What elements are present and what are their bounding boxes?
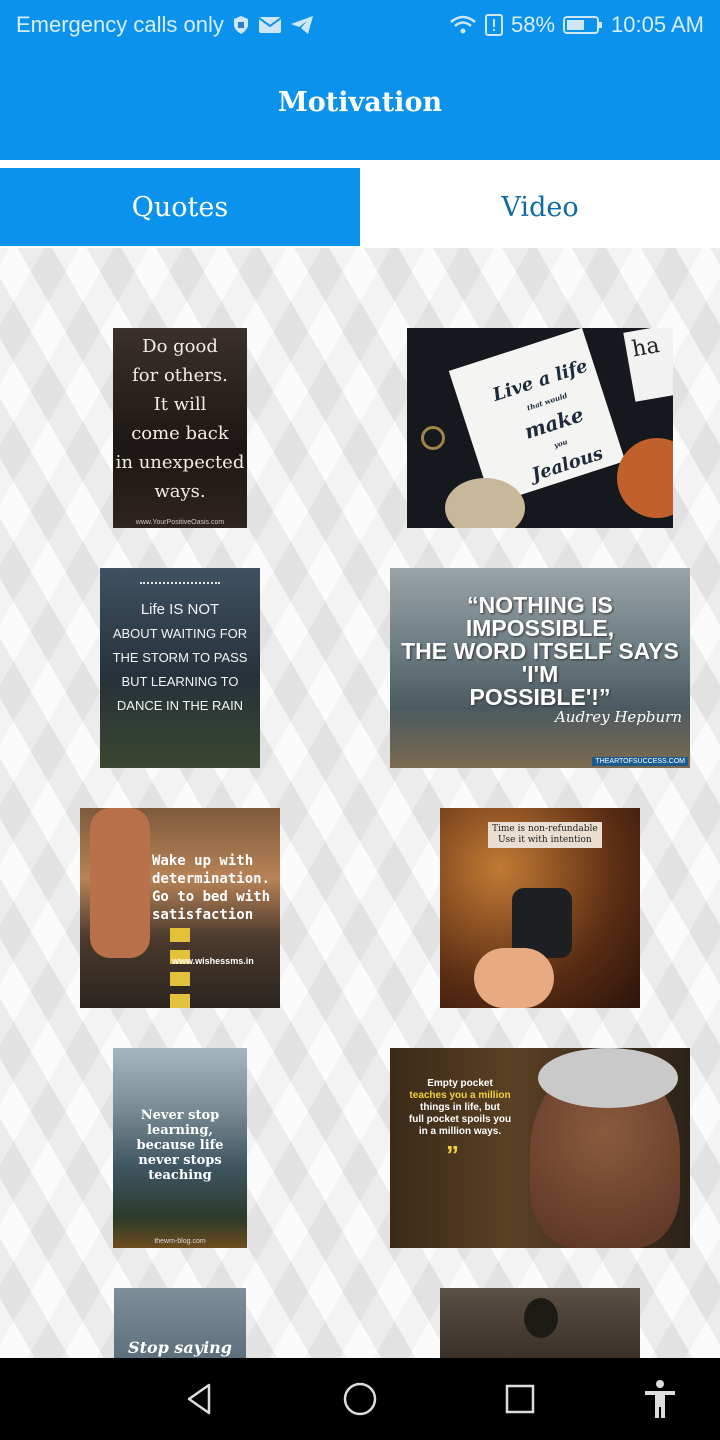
tab-quotes[interactable]: Quotes xyxy=(0,168,360,246)
quote-line: Go to bed with xyxy=(152,889,271,905)
tab-video[interactable]: Video xyxy=(360,168,720,246)
quote-line: for others. xyxy=(132,365,228,386)
quote-line: THE WORD ITSELF SAYS 'I'M xyxy=(401,638,679,687)
quote-line: Time is non-refundable xyxy=(492,824,598,834)
home-icon[interactable] xyxy=(330,1369,390,1429)
quote-image[interactable]: Never stop learning, because life never … xyxy=(113,1048,247,1248)
quote-line: Life IS NOT xyxy=(140,601,220,618)
clock: 10:05 AM xyxy=(611,12,704,37)
quote-line: teaching xyxy=(148,1168,212,1183)
quote-line: “NOTHING IS IMPOSSIBLE, xyxy=(465,592,615,641)
quote-image[interactable]: Live a life that would make you Jealous … xyxy=(407,328,673,528)
battery-percent: 58% xyxy=(511,12,556,37)
quote-line: ways. xyxy=(154,481,206,502)
quote-line: Wake up with xyxy=(152,853,254,869)
quote-image[interactable]: Wake up with determination. Go to bed wi… xyxy=(80,808,280,1008)
quote-line: full pocket spoils you xyxy=(408,1114,512,1125)
quote-author: Audrey Hepburn xyxy=(554,708,682,726)
tab-bar: Quotes Video xyxy=(0,168,720,246)
quote-line: in a million ways. xyxy=(418,1126,502,1137)
telegram-icon xyxy=(290,15,314,35)
quote-image[interactable]: Stop saying xyxy=(114,1288,246,1358)
quote-line: DANCE IN THE RAIN xyxy=(116,698,244,713)
watermark: THEARTOFSUCCESS.COM xyxy=(592,757,688,766)
status-bar: Emergency calls only 58% 10:05 AM xyxy=(0,0,720,50)
quote-line: POSSIBLE'!” xyxy=(469,684,611,710)
recents-icon[interactable] xyxy=(490,1369,550,1429)
app-title: Motivation xyxy=(277,86,443,118)
app-bar: Motivation xyxy=(0,50,720,160)
quote-line: determination. xyxy=(152,871,271,887)
shield-icon xyxy=(232,15,250,35)
quote-line: Empty pocket xyxy=(427,1078,493,1089)
accessibility-icon[interactable] xyxy=(630,1369,690,1429)
quote-line: never stops xyxy=(138,1153,222,1168)
quote-image[interactable]: Empty pocket teaches you a million thing… xyxy=(390,1048,690,1248)
watermark: www.wishessms.in xyxy=(172,956,254,966)
back-icon[interactable] xyxy=(170,1369,230,1429)
book-corner-text: ha xyxy=(623,328,673,402)
quote-image[interactable] xyxy=(440,1288,640,1358)
system-nav-bar xyxy=(0,1358,720,1440)
quote-line: satisfaction xyxy=(152,907,254,923)
watermark: thewm-blog.com xyxy=(154,1238,206,1245)
quote-line: things in life, but xyxy=(420,1102,500,1113)
quotes-grid: Do good for others. It will come back in… xyxy=(0,248,720,1358)
quote-line: because life xyxy=(136,1138,224,1153)
wifi-icon xyxy=(449,14,477,36)
quote-mark-icon: ” xyxy=(446,1140,459,1170)
quote-line: THE STORM TO PASS xyxy=(112,650,248,665)
quote-image[interactable]: Time is non-refundable Use it with inten… xyxy=(440,808,640,1008)
quote-line: teaches you a million xyxy=(409,1090,511,1101)
battery-icon xyxy=(563,15,603,35)
watermark: www.YourPositiveOasis.com xyxy=(135,519,225,526)
quote-line: ABOUT WAITING FOR xyxy=(112,626,248,641)
quote-line: It will xyxy=(153,394,207,415)
quote-line: BUT LEARNING TO xyxy=(121,674,239,689)
alert-icon xyxy=(485,14,503,36)
quote-line: Never stop xyxy=(140,1108,220,1123)
quote-line: come back xyxy=(131,423,229,444)
quote-line: learning, xyxy=(147,1123,213,1138)
quote-line: Use it with intention xyxy=(497,835,592,845)
mail-icon xyxy=(258,16,282,34)
quote-line: in unexpected xyxy=(115,452,245,473)
quote-line: Do good xyxy=(142,336,218,357)
quote-image[interactable]: “NOTHING IS IMPOSSIBLE, THE WORD ITSELF … xyxy=(390,568,690,768)
quote-image[interactable]: Do good for others. It will come back in… xyxy=(113,328,247,528)
quote-image[interactable]: Life IS NOT ABOUT WAITING FOR THE STORM … xyxy=(100,568,260,768)
status-text: Emergency calls only xyxy=(16,12,224,37)
quote-line: Stop saying xyxy=(128,1338,232,1357)
